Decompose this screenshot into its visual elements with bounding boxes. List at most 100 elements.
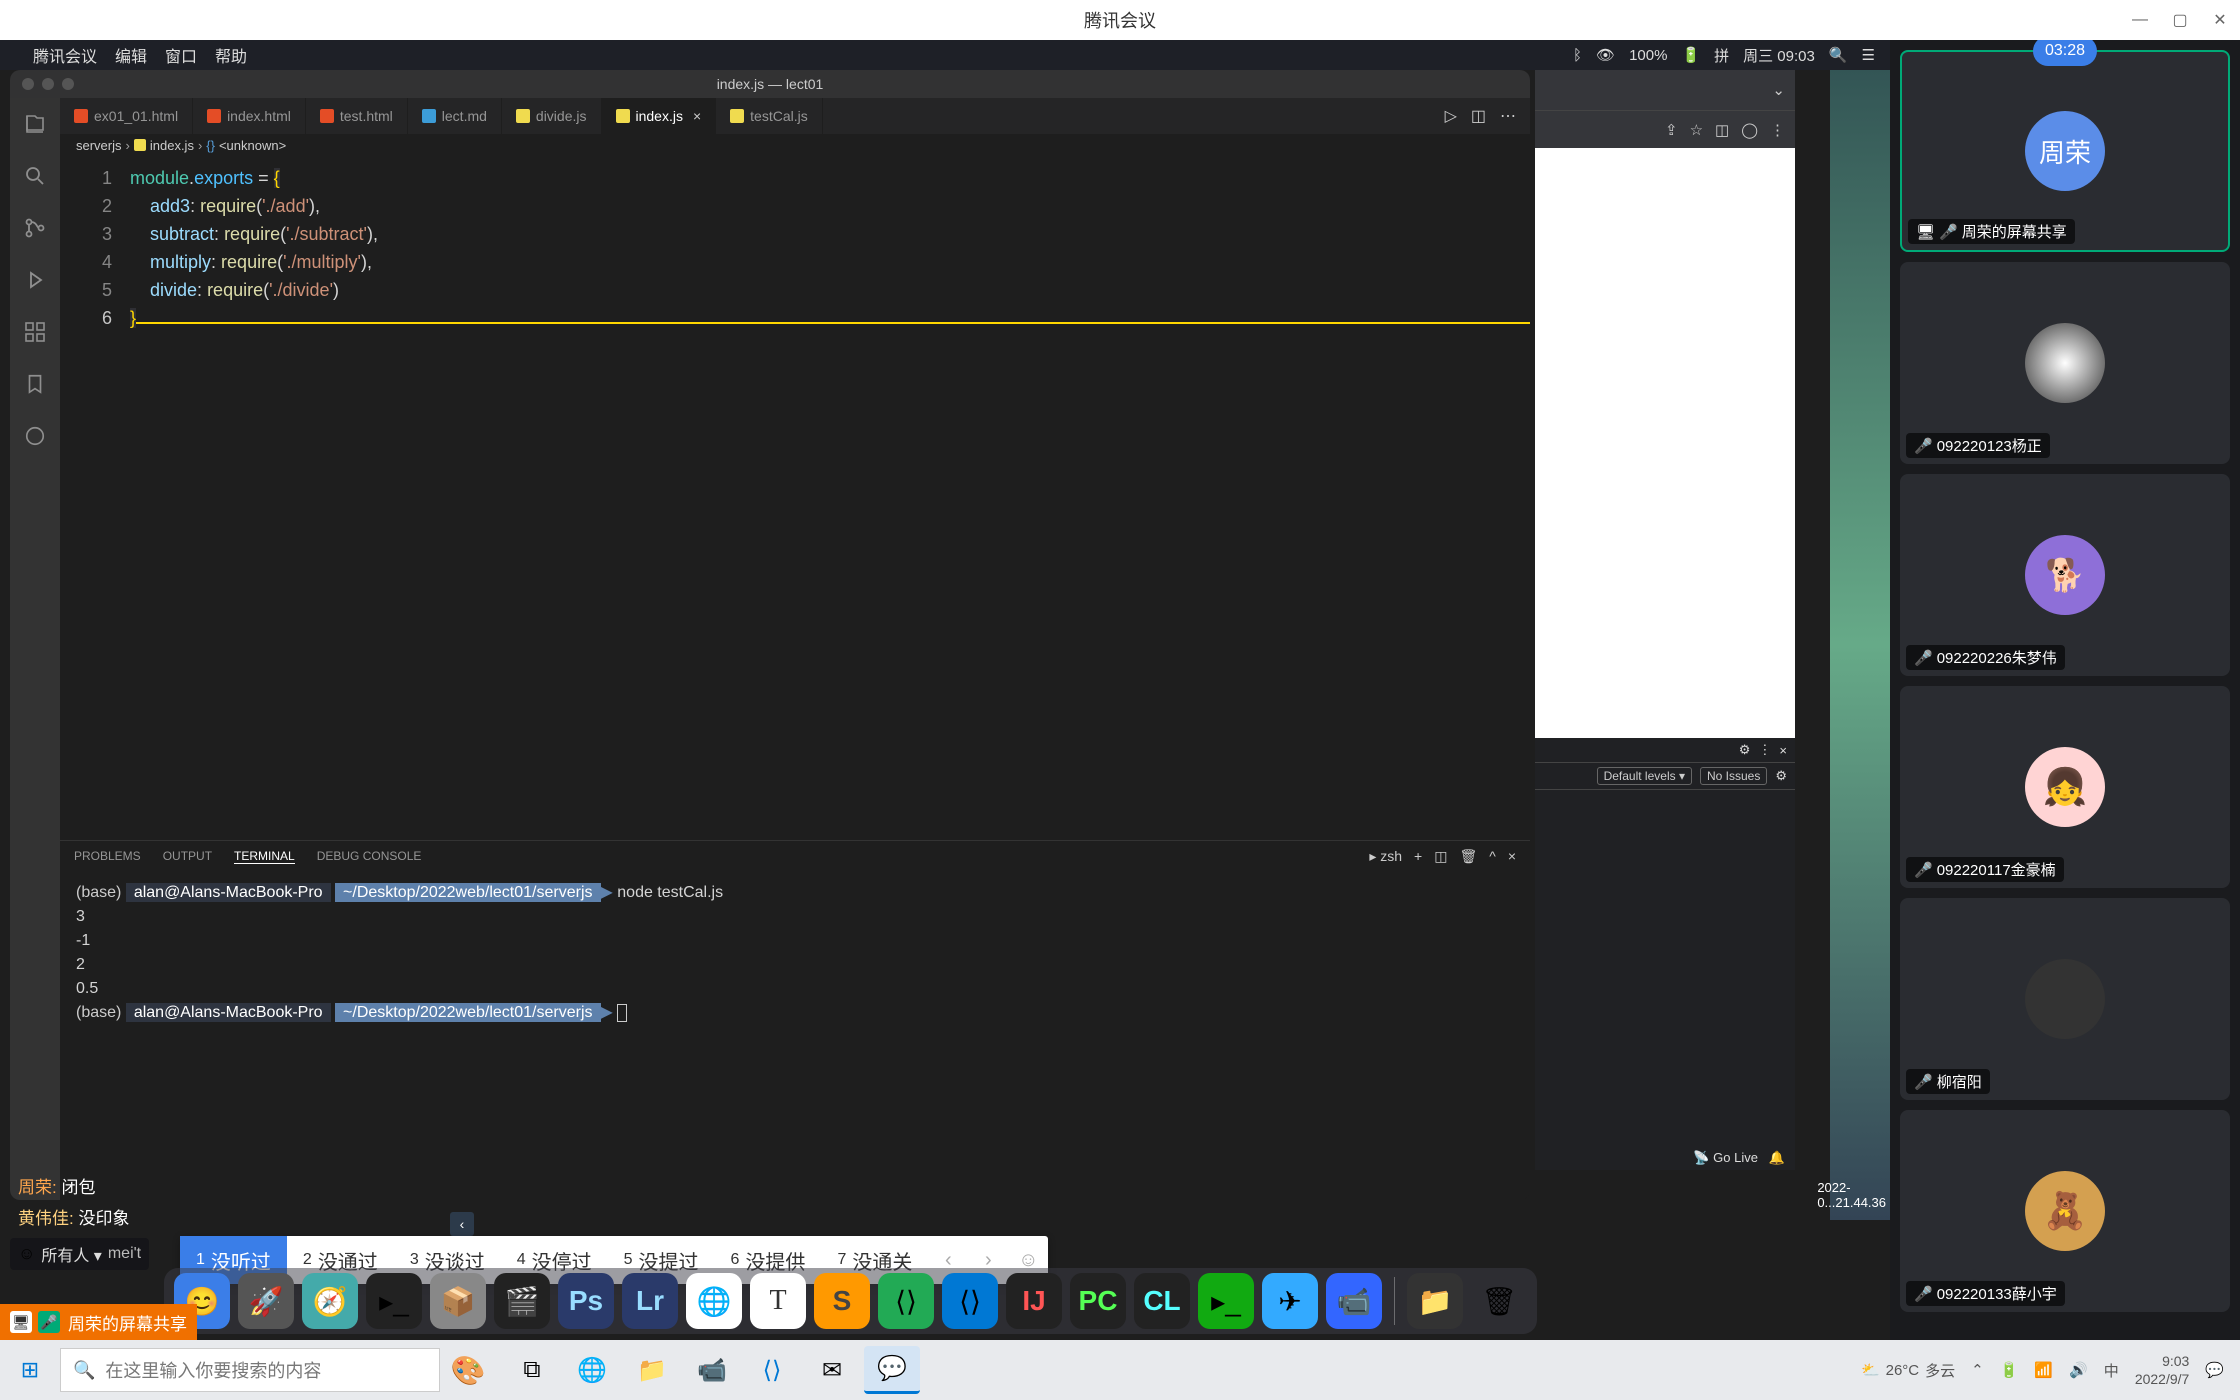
- menubar-window[interactable]: 窗口: [165, 43, 197, 67]
- task-widget-icon[interactable]: 🎨: [440, 1346, 496, 1394]
- panel-close-icon[interactable]: ×: [1508, 848, 1516, 865]
- tray-battery-icon[interactable]: 🔋: [2000, 1361, 2019, 1379]
- panel-tab-output[interactable]: OUTPUT: [163, 849, 212, 863]
- dock-typora-icon[interactable]: T: [750, 1273, 806, 1329]
- log-level-dropdown[interactable]: Default levels ▾: [1597, 767, 1692, 785]
- tab-lect-md[interactable]: lect.md: [408, 98, 502, 134]
- chevron-down-icon[interactable]: ⌄: [1772, 81, 1785, 99]
- bluetooth-icon[interactable]: ᛒ: [1573, 47, 1582, 64]
- panel-tab-terminal[interactable]: TERMINAL: [234, 849, 295, 864]
- task-edge-icon[interactable]: 🌐: [564, 1346, 620, 1394]
- control-center-icon[interactable]: ☰: [1862, 46, 1875, 64]
- ime-collapse-button[interactable]: ‹: [450, 1212, 474, 1236]
- participant-tile[interactable]: 🐕 🎤092220226朱梦伟: [1900, 474, 2230, 676]
- terminal-trash-icon[interactable]: 🗑: [1459, 848, 1477, 865]
- dock-downloads-icon[interactable]: 📁: [1407, 1273, 1463, 1329]
- spotlight-icon[interactable]: 🔍: [1829, 46, 1848, 64]
- task-wechat-icon[interactable]: 💬: [864, 1346, 920, 1394]
- devtools-gear-icon[interactable]: ⚙: [1775, 768, 1787, 784]
- code-editor[interactable]: 123456 module.exports = { add3: require(…: [60, 156, 1530, 840]
- chat-input[interactable]: mei't: [108, 1245, 141, 1263]
- notification-center-icon[interactable]: 💬: [2205, 1361, 2224, 1379]
- dock-vscode-insiders-icon[interactable]: ⟨⟩: [878, 1273, 934, 1329]
- devtools-kebab-icon[interactable]: ⋮: [1758, 742, 1771, 758]
- terminal-new-icon[interactable]: +: [1414, 848, 1422, 865]
- dock-fcp-icon[interactable]: 🎬: [494, 1273, 550, 1329]
- dock-photoshop-icon[interactable]: Ps: [558, 1273, 614, 1329]
- minimize-button[interactable]: —: [2120, 0, 2160, 40]
- no-issues-badge[interactable]: No Issues: [1700, 767, 1767, 785]
- breadcrumb[interactable]: serverjs › index.js › {} <unknown>: [60, 134, 1530, 156]
- menubar-help[interactable]: 帮助: [215, 43, 247, 67]
- participant-tile[interactable]: 🎤092220123杨正: [1900, 262, 2230, 464]
- taskbar-clock[interactable]: 9:03 2022/9/7: [2135, 1352, 2190, 1388]
- dock-openmeeting-icon[interactable]: ✈: [1262, 1273, 1318, 1329]
- tab-ex01-html[interactable]: ex01_01.html: [60, 98, 193, 134]
- menubar-app-name[interactable]: 腾讯会议: [33, 43, 97, 67]
- run-icon[interactable]: ▷: [1445, 106, 1457, 126]
- panel-tab-problems[interactable]: PROBLEMS: [74, 849, 141, 863]
- star-icon[interactable]: ☆: [1690, 121, 1703, 139]
- dock-safari-icon[interactable]: 🧭: [302, 1273, 358, 1329]
- taskbar-weather[interactable]: ⛅ 26°C 多云: [1861, 1360, 1955, 1381]
- start-button[interactable]: ⊞: [0, 1340, 60, 1400]
- chat-recipient-selector[interactable]: 所有人 ▾: [41, 1242, 101, 1266]
- dock-clion-icon[interactable]: CL: [1134, 1273, 1190, 1329]
- split-editor-icon[interactable]: ◫: [1471, 106, 1486, 126]
- dock-tencent-meeting-icon[interactable]: 📹: [1326, 1273, 1382, 1329]
- explorer-icon[interactable]: [21, 110, 49, 138]
- panel-maximize-icon[interactable]: ^: [1489, 848, 1496, 865]
- terminal-shell-label[interactable]: ▸ zsh: [1369, 848, 1402, 865]
- debug-icon[interactable]: [21, 266, 49, 294]
- search-icon[interactable]: [21, 162, 49, 190]
- tray-volume-icon[interactable]: 🔊: [2069, 1361, 2088, 1379]
- tab-divide-js[interactable]: divide.js: [502, 98, 602, 134]
- dock-lightroom-icon[interactable]: Lr: [622, 1273, 678, 1329]
- tray-wifi-icon[interactable]: 📶: [2034, 1361, 2053, 1379]
- vscode-zoom-button[interactable]: [62, 78, 74, 90]
- share-icon[interactable]: ⇪: [1665, 121, 1678, 139]
- dock-vscode-icon[interactable]: ⟨⟩: [942, 1273, 998, 1329]
- bookmark-icon[interactable]: [21, 370, 49, 398]
- task-view-icon[interactable]: ⧉: [504, 1346, 560, 1394]
- sidepanel-icon[interactable]: ◫: [1715, 121, 1729, 139]
- dock-iterm-icon[interactable]: ▸_: [1198, 1273, 1254, 1329]
- bell-icon[interactable]: 🔔: [1769, 1150, 1785, 1165]
- maximize-button[interactable]: ▢: [2160, 0, 2200, 40]
- ime-icon[interactable]: 拼: [1714, 45, 1729, 66]
- remote-icon[interactable]: [21, 422, 49, 450]
- terminal[interactable]: (base) alan@Alans-MacBook-Pro ~/Desktop/…: [60, 871, 1530, 1200]
- dock-terminal-icon[interactable]: ▸_: [366, 1273, 422, 1329]
- tab-testcal-js[interactable]: testCal.js: [716, 98, 823, 134]
- menubar-edit[interactable]: 编辑: [115, 43, 147, 67]
- tray-chevron-up-icon[interactable]: ⌃: [1971, 1361, 1984, 1379]
- kebab-menu-icon[interactable]: ⋮: [1770, 121, 1785, 139]
- tab-test-html[interactable]: test.html: [306, 98, 408, 134]
- extensions-icon[interactable]: [21, 318, 49, 346]
- task-vscode-icon[interactable]: ⟨⟩: [744, 1346, 800, 1394]
- task-feishu-icon[interactable]: ✉: [804, 1346, 860, 1394]
- participant-self[interactable]: 03:28 周荣 🖥 🎤 周荣的屏幕共享: [1900, 50, 2230, 252]
- participant-tile[interactable]: 👧 🎤092220117金豪楠: [1900, 686, 2230, 888]
- tray-ime-indicator[interactable]: 中: [2104, 1360, 2119, 1381]
- dock-launchpad-icon[interactable]: 🚀: [238, 1273, 294, 1329]
- dock-sublime-icon[interactable]: S: [814, 1273, 870, 1329]
- go-live-button[interactable]: 📡 Go Live: [1693, 1150, 1758, 1165]
- task-tencent-meeting-icon[interactable]: 📹: [684, 1346, 740, 1394]
- vscode-close-button[interactable]: [22, 78, 34, 90]
- devtools-close-icon[interactable]: ×: [1779, 743, 1787, 758]
- close-button[interactable]: ✕: [2200, 0, 2240, 40]
- scm-icon[interactable]: [21, 214, 49, 242]
- devtools-gear-icon[interactable]: ⚙: [1739, 742, 1751, 758]
- more-actions-icon[interactable]: ⋯: [1500, 106, 1516, 126]
- profile-icon[interactable]: ◯: [1741, 121, 1758, 139]
- tab-index-html[interactable]: index.html: [193, 98, 306, 134]
- clock-text[interactable]: 周三 09:03: [1743, 45, 1815, 66]
- participant-tile[interactable]: 🧸 🎤092220133薛小宇: [1900, 1110, 2230, 1312]
- taskbar-search[interactable]: 🔍 在这里输入你要搜索的内容: [60, 1348, 440, 1392]
- dock-app-icon[interactable]: 📦: [430, 1273, 486, 1329]
- display-icon[interactable]: 👁: [1596, 46, 1615, 64]
- panel-tab-debug[interactable]: DEBUG CONSOLE: [317, 849, 422, 863]
- participant-tile[interactable]: 🎤柳宿阳: [1900, 898, 2230, 1100]
- chat-input-row[interactable]: ☺ 所有人 ▾ mei't: [10, 1238, 149, 1270]
